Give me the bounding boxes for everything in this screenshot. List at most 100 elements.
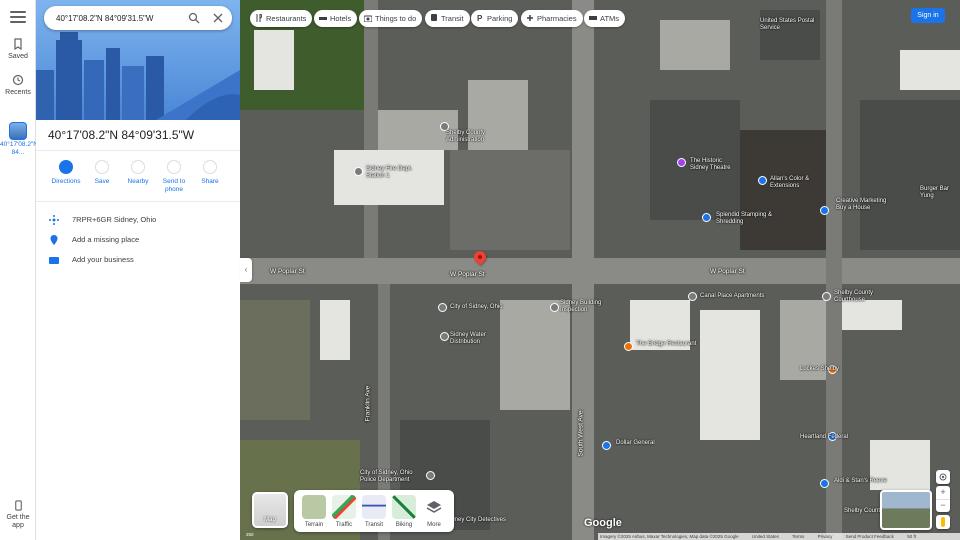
- send-to-phone-button[interactable]: Send to phone: [154, 160, 194, 194]
- chip-parking[interactable]: P Parking: [471, 10, 519, 27]
- save-button[interactable]: Save: [82, 160, 122, 186]
- chip-things-to-do[interactable]: Things to do: [359, 10, 423, 27]
- building: [660, 20, 730, 70]
- poi-marker[interactable]: [820, 206, 829, 215]
- add-business-row[interactable]: Add your business: [48, 252, 233, 268]
- building: [842, 300, 902, 330]
- terms-link[interactable]: Terms: [792, 534, 804, 539]
- layer-traffic[interactable]: Traffic: [330, 495, 358, 528]
- poi-marker[interactable]: [426, 471, 435, 480]
- nearby-label: Nearby: [127, 178, 149, 185]
- recent-place-label: 40°17'08.2"N 84...: [0, 141, 36, 156]
- poi-label: Creative Marketing Buy a House: [836, 198, 887, 211]
- poi-marker[interactable]: [550, 303, 559, 312]
- poi-marker[interactable]: [438, 303, 447, 312]
- chip-pharmacies[interactable]: Pharmacies: [521, 10, 583, 27]
- layers-panel: Terrain Traffic Transit Biking More: [294, 490, 454, 532]
- poi-marker[interactable]: [602, 441, 611, 450]
- feedback-link[interactable]: Send Product Feedback: [846, 534, 894, 539]
- chip-restaurants[interactable]: Restaurants: [250, 10, 313, 27]
- privacy-link[interactable]: Privacy: [818, 534, 833, 539]
- poi-label: Sidney Building Inspection: [560, 300, 602, 313]
- directions-button[interactable]: Directions: [46, 160, 86, 186]
- chip-atms[interactable]: ATMs: [584, 10, 626, 27]
- poi-marker[interactable]: [624, 342, 633, 351]
- sign-in-button[interactable]: Sign in: [911, 8, 945, 23]
- collapse-panel-button[interactable]: ‹: [240, 258, 252, 282]
- building: [320, 300, 350, 360]
- poi-label: Sidney Fire Dept. Station 1: [366, 166, 413, 179]
- plus-code-row[interactable]: 7RPR+6GR Sidney, Ohio: [48, 212, 233, 228]
- rail-saved-label: Saved: [8, 53, 28, 60]
- zoom-in-button[interactable]: +: [936, 486, 950, 499]
- bed-icon: [319, 17, 327, 20]
- chip-transit[interactable]: Transit: [425, 10, 470, 27]
- get-app-button[interactable]: Get the app: [0, 500, 36, 530]
- road-east: [826, 0, 842, 540]
- road-label: Franklin Ave: [364, 385, 372, 422]
- poi-marker[interactable]: [688, 292, 697, 301]
- rail-saved[interactable]: Saved: [0, 38, 36, 60]
- zoom-controls: + −: [936, 486, 950, 512]
- directions-label: Directions: [51, 178, 81, 185]
- menu-icon[interactable]: [10, 11, 26, 25]
- bike-icon: [392, 495, 416, 519]
- layer-label: Biking: [395, 522, 413, 528]
- poi-label: Heartland Federal: [800, 434, 849, 440]
- search-icon[interactable]: [188, 12, 200, 24]
- add-place-icon: [50, 235, 58, 245]
- layer-biking[interactable]: Biking: [390, 495, 418, 528]
- road-label: W Poplar St: [270, 268, 305, 275]
- share-button[interactable]: Share: [190, 160, 230, 186]
- road-west-ave: [572, 0, 594, 540]
- phone-icon: [167, 160, 181, 174]
- layer-transit[interactable]: Transit: [360, 495, 388, 528]
- add-missing-place-row[interactable]: Add a missing place: [48, 232, 233, 248]
- close-icon[interactable]: [212, 12, 224, 24]
- add-missing-place-text: Add a missing place: [72, 235, 140, 244]
- map-layer-toggle[interactable]: Map: [252, 492, 288, 528]
- chip-label: Hotels: [330, 14, 352, 23]
- recent-place-thumbnail[interactable]: [9, 122, 27, 140]
- poi-label: Sidney City Detectives: [446, 517, 507, 523]
- poi-label: Burger Bar Yung: [920, 186, 950, 199]
- building: [254, 30, 294, 90]
- road-label: South West Ave: [577, 410, 585, 457]
- atm-icon: [589, 16, 597, 20]
- pegman-icon[interactable]: [936, 515, 950, 529]
- share-label: Share: [201, 178, 219, 185]
- add-business-text: Add your business: [72, 255, 134, 264]
- rail-recents-label: Recents: [5, 89, 31, 96]
- building: [700, 310, 760, 440]
- country-link[interactable]: United States: [752, 534, 779, 539]
- zoom-out-button[interactable]: −: [936, 499, 950, 512]
- my-location-button[interactable]: [936, 470, 950, 484]
- search-input[interactable]: [56, 10, 184, 26]
- poi-marker[interactable]: [758, 176, 767, 185]
- chip-label: Transit: [441, 14, 464, 23]
- poi-marker[interactable]: [677, 158, 686, 167]
- scale-bar[interactable]: 50 ft: [907, 534, 916, 539]
- fork-knife-icon: [256, 14, 262, 22]
- layer-terrain[interactable]: Terrain: [300, 495, 328, 528]
- parking-lot: [450, 150, 570, 250]
- nearby-button[interactable]: Nearby: [118, 160, 158, 186]
- share-icon: [203, 160, 217, 174]
- directions-icon: [59, 160, 73, 174]
- satellite-map[interactable]: W Poplar St W Poplar St W Poplar St Fran…: [240, 0, 960, 540]
- chip-label: Pharmacies: [537, 14, 577, 23]
- trees: [240, 300, 310, 420]
- poi-label: United States Postal Service: [760, 18, 815, 31]
- poi-label: Dollar General: [616, 440, 655, 446]
- place-title: 40°17'08.2"N 84°09'31.5"W: [48, 128, 195, 142]
- poi-marker[interactable]: [354, 167, 363, 176]
- poi-marker[interactable]: [820, 479, 829, 488]
- chip-hotels[interactable]: Hotels: [314, 10, 358, 27]
- poi-marker[interactable]: [822, 292, 831, 301]
- poi-marker[interactable]: [702, 213, 711, 222]
- poi-marker[interactable]: [440, 332, 449, 341]
- rail-recents[interactable]: Recents: [0, 74, 36, 96]
- street-view-preview[interactable]: [880, 490, 932, 530]
- nearby-icon: [131, 160, 145, 174]
- layer-more[interactable]: More: [420, 495, 448, 528]
